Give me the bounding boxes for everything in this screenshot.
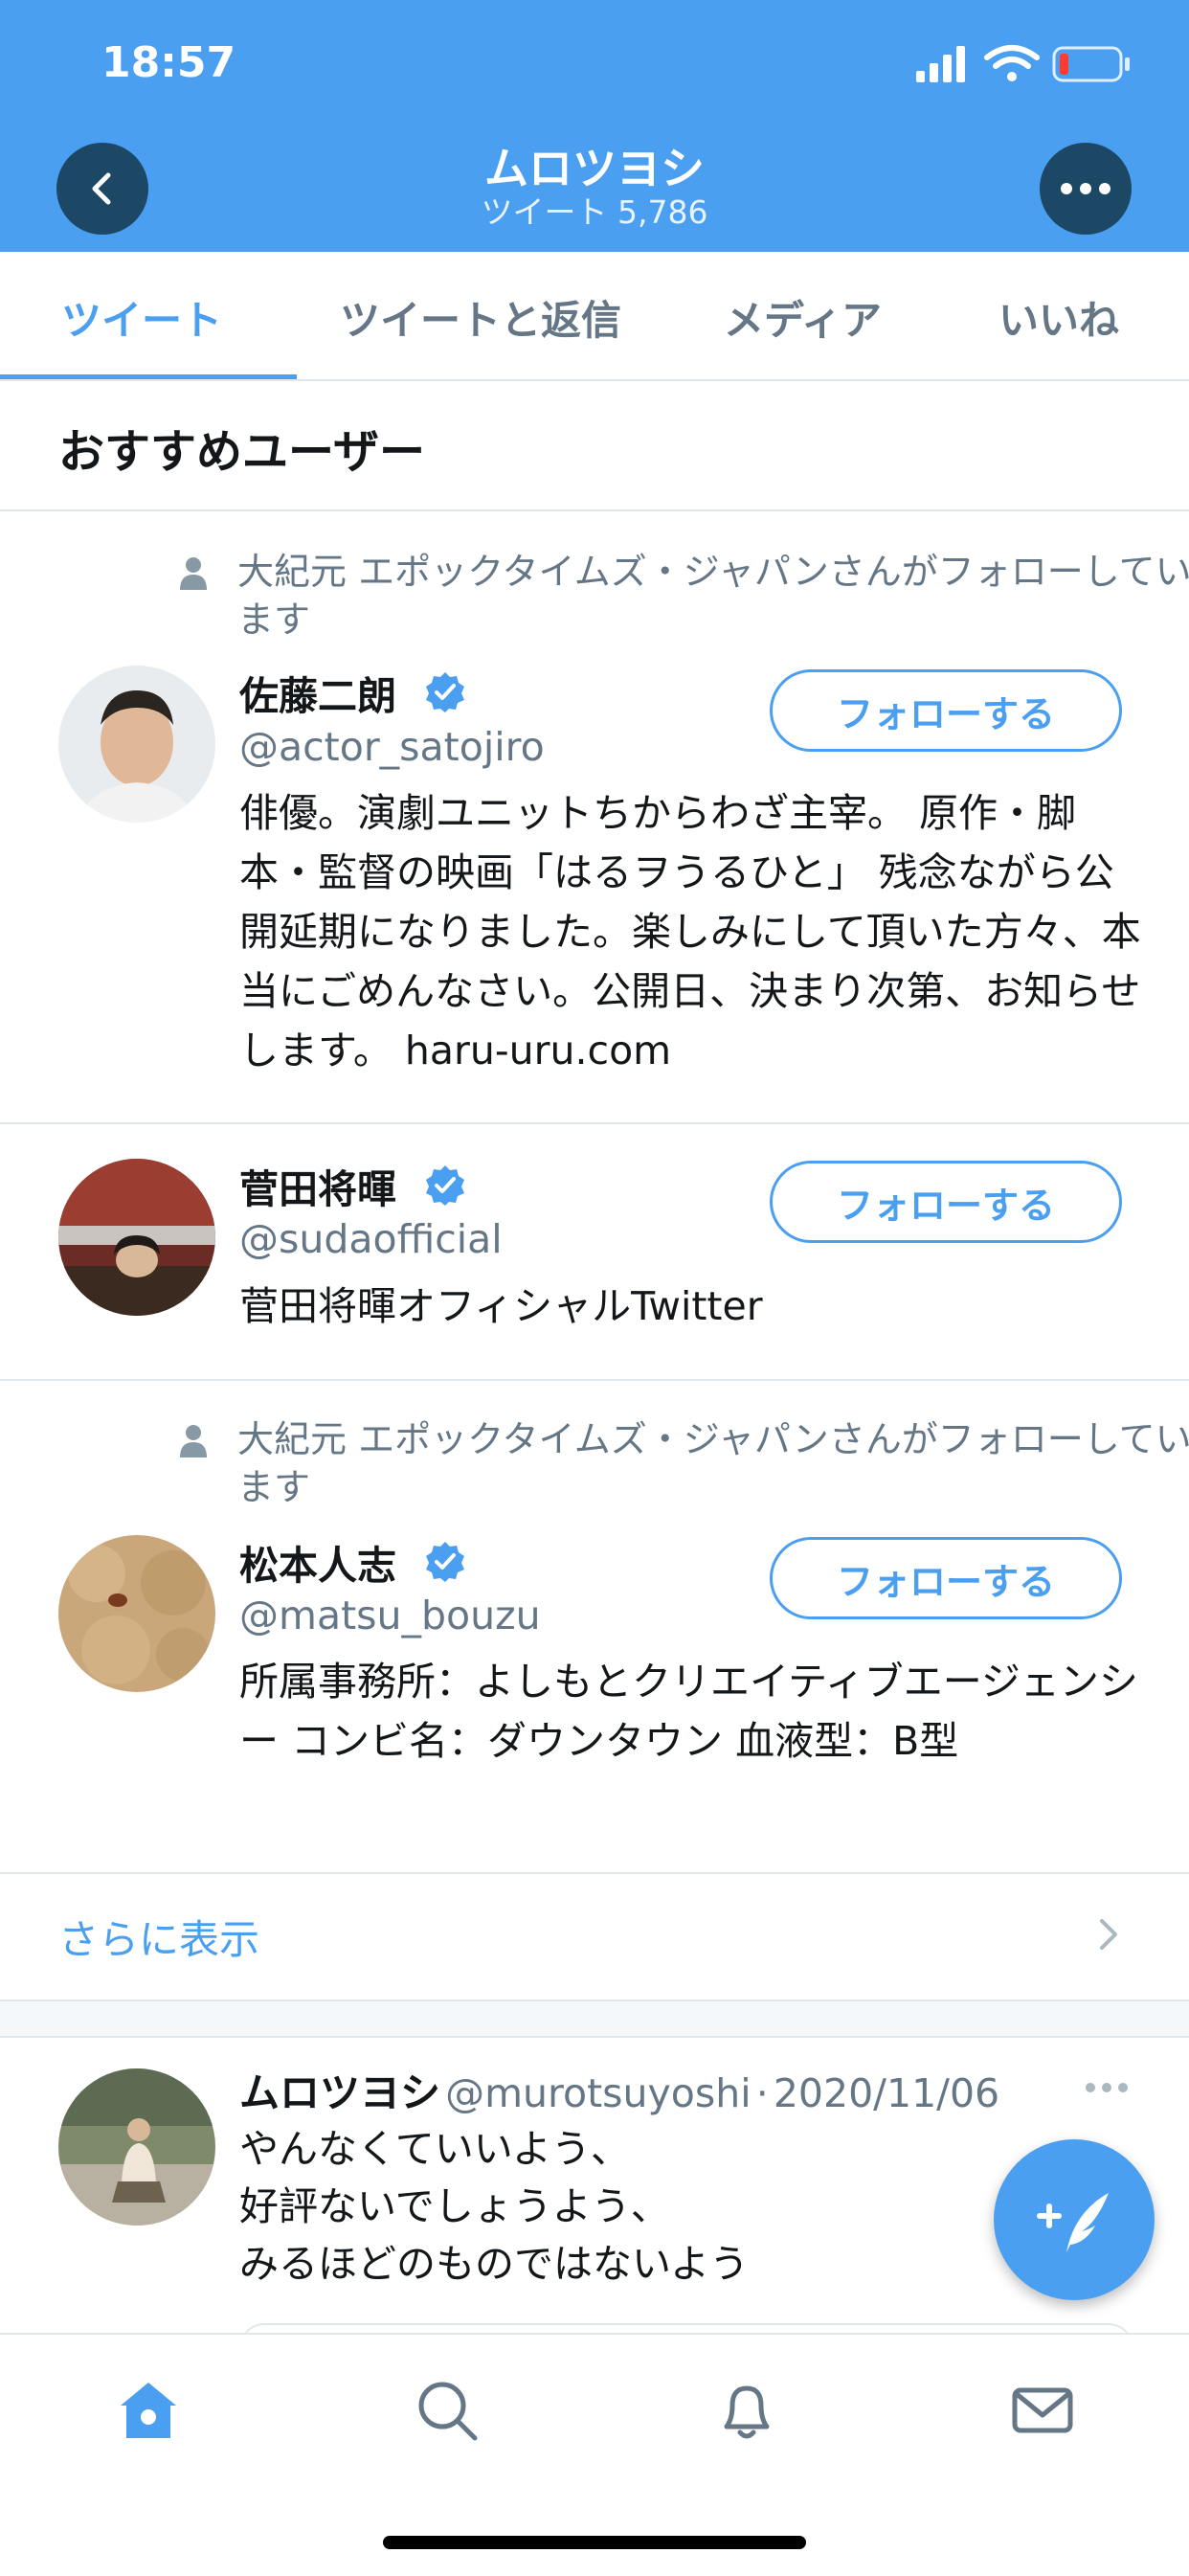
home-indicator bbox=[383, 2536, 806, 2549]
more-options-button[interactable] bbox=[1040, 143, 1132, 235]
tab-tweets-replies[interactable]: ツイートと返信 bbox=[340, 288, 621, 347]
tweet-count: ツイート 5,786 bbox=[481, 193, 708, 231]
battery-icon bbox=[1052, 46, 1130, 82]
home-icon[interactable] bbox=[115, 2377, 182, 2444]
wifi-icon bbox=[984, 45, 1040, 69]
user-handle: @matsu_bouzu bbox=[239, 1593, 541, 1638]
chevron-right-icon bbox=[1100, 1919, 1117, 1950]
social-context: 大紀元 エポックタイムズ・ジャパンさんがフォローしています bbox=[237, 1418, 1189, 1508]
tweet-line: 好評ないでしょうよう、 bbox=[239, 2183, 670, 2229]
tab-media[interactable]: メディア bbox=[724, 288, 882, 347]
tweet-header: ムロツヨシ @murotsuyoshi · 2020/11/06 bbox=[239, 2061, 999, 2119]
avatar[interactable] bbox=[58, 2068, 215, 2226]
tweet-date: 2020/11/06 bbox=[773, 2070, 1000, 2116]
more-dots-icon bbox=[1061, 183, 1110, 194]
verified-badge-icon bbox=[426, 672, 464, 712]
divider bbox=[0, 1122, 1189, 1124]
user-handle: @actor_satojiro bbox=[239, 724, 545, 770]
section-separator bbox=[0, 2000, 1189, 2038]
tweet-author-handle[interactable]: @murotsuyoshi bbox=[445, 2070, 751, 2116]
user-name[interactable]: 佐藤二朗 bbox=[239, 664, 396, 721]
notifications-icon[interactable] bbox=[713, 2377, 780, 2444]
user-handle: @sudaofficial bbox=[239, 1216, 503, 1262]
follow-button[interactable]: フォローする bbox=[770, 669, 1122, 752]
avatar[interactable] bbox=[58, 666, 215, 823]
user-bio: 所属事務所：よしもとクリエイティブエージェンシー コンビ名：ダウンタウン 血液型… bbox=[239, 1659, 1138, 1764]
show-more-link[interactable]: さらに表示 bbox=[58, 1908, 259, 1966]
tweet-separator: · bbox=[755, 2070, 769, 2116]
tweet-line: やんなくていいよう、 bbox=[239, 2126, 630, 2172]
follow-button[interactable]: フォローする bbox=[770, 1161, 1122, 1243]
user-name[interactable]: 菅田将暉 bbox=[239, 1157, 396, 1214]
search-icon[interactable] bbox=[414, 2377, 481, 2444]
compose-tweet-button[interactable] bbox=[994, 2139, 1155, 2300]
status-time: 18:57 bbox=[101, 38, 236, 87]
verified-badge-icon bbox=[426, 1542, 464, 1582]
person-icon bbox=[180, 1425, 207, 1457]
divider bbox=[0, 1872, 1189, 1874]
divider bbox=[0, 509, 1189, 511]
verified-badge-icon bbox=[426, 1165, 464, 1206]
tweet-text: やんなくていいよう、 好評ないでしょうよう、 みるほどのものではないよう bbox=[239, 2120, 1101, 2293]
user-bio: 菅田将暉オフィシャルTwitter bbox=[239, 1283, 763, 1329]
signal-icon bbox=[916, 46, 965, 82]
active-tab-indicator bbox=[0, 374, 297, 379]
user-name[interactable]: 松本人志 bbox=[239, 1533, 396, 1591]
status-icons bbox=[916, 45, 1130, 82]
profile-tabs: ツイート ツイートと返信 メディア いいね bbox=[0, 252, 1189, 381]
avatar[interactable] bbox=[58, 1159, 215, 1316]
wifi-dot-icon bbox=[1007, 72, 1017, 81]
person-icon bbox=[180, 557, 207, 590]
user-bio: 俳優。演劇ユニットちからわざ主宰。 原作・脚本・監督の映画「はるヲうるひと」 残… bbox=[239, 790, 1141, 1073]
tweet-line: みるほどのものではないよう bbox=[239, 2241, 750, 2287]
tab-likes[interactable]: いいね bbox=[998, 288, 1119, 347]
avatar[interactable] bbox=[58, 1535, 215, 1692]
compose-tweet-icon bbox=[1037, 2193, 1109, 2252]
messages-icon[interactable] bbox=[1009, 2377, 1076, 2444]
tweet-author-name[interactable]: ムロツヨシ bbox=[239, 2069, 440, 2116]
tab-tweets[interactable]: ツイート bbox=[61, 288, 222, 347]
tweet-more-icon[interactable] bbox=[1085, 2081, 1129, 2094]
divider bbox=[0, 1379, 1189, 1381]
recommended-users-title: おすすめユーザー bbox=[58, 425, 426, 479]
social-context: 大紀元 エポックタイムズ・ジャパンさんがフォローしています bbox=[237, 551, 1189, 641]
follow-button[interactable]: フォローする bbox=[770, 1537, 1122, 1619]
